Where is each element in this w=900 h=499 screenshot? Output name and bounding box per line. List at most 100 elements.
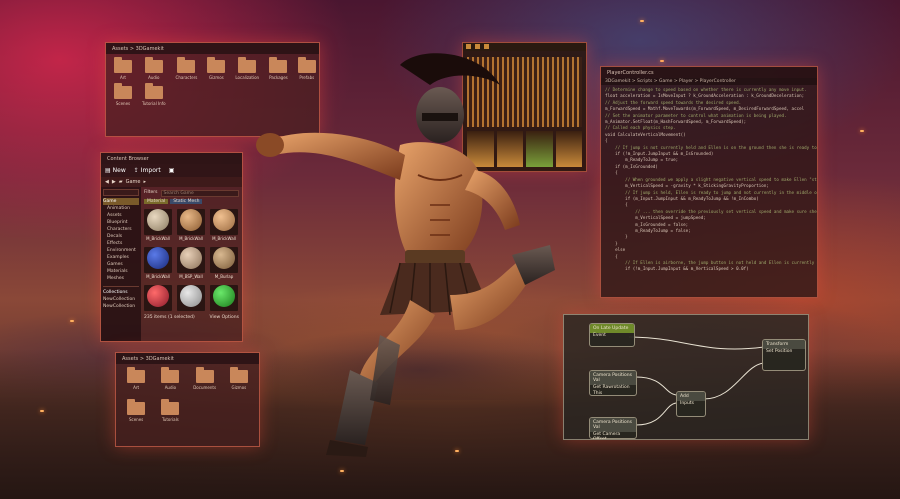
- asset-tile[interactable]: M_BrickWall: [177, 207, 205, 241]
- folder-icon: [161, 367, 180, 383]
- import-button[interactable]: ⇪ Import: [134, 167, 161, 174]
- folder-icon: [207, 57, 226, 73]
- folder-item[interactable]: Gizmos: [227, 367, 251, 390]
- folder-label: Tutorial Info: [142, 101, 166, 106]
- graph-node[interactable]: On Late Update Event: [589, 323, 635, 347]
- folder-label: Tutorials: [161, 417, 179, 422]
- tree-item[interactable]: Animation: [103, 205, 139, 212]
- ember: [40, 410, 44, 412]
- node-subtitle: Get Camera Offset: [593, 432, 621, 440]
- back-icon[interactable]: ◀: [105, 179, 109, 185]
- status-bar: 235 items (1 selected) View Options: [144, 315, 239, 320]
- folder-label: Characters: [175, 75, 198, 80]
- node-title: Camera Positions Val: [590, 418, 636, 432]
- file-tab-label[interactable]: PlayerController.cs: [607, 70, 654, 76]
- spartan-warrior-illustration: [256, 53, 555, 457]
- node-title: Add: [677, 392, 705, 401]
- code-line: // If jump is held, Ellen is ready to ju…: [605, 189, 818, 195]
- tree-item[interactable]: Effects: [103, 240, 139, 247]
- asset-tile[interactable]: M_BrickWall: [144, 207, 172, 241]
- import-icon: ⇪: [133, 167, 139, 174]
- folder-item[interactable]: Gizmos: [207, 57, 226, 80]
- folder-icon: [114, 83, 132, 99]
- folder-item[interactable]: Art: [124, 367, 148, 390]
- folder-item[interactable]: Tutorials: [158, 399, 182, 422]
- graph-node[interactable]: Add Inputs: [676, 391, 706, 417]
- folder-item[interactable]: Scenes: [124, 399, 148, 422]
- view-options-button[interactable]: View Options: [210, 315, 239, 320]
- tree-search-input[interactable]: [103, 189, 139, 196]
- folder-label: Gizmos: [231, 385, 247, 390]
- asset-thumbnail: [210, 247, 238, 273]
- material-preview-sphere: [180, 247, 202, 269]
- folder-item[interactable]: Characters: [175, 57, 198, 80]
- node-subtitle: Inputs: [680, 401, 694, 406]
- code-body[interactable]: // Determine change to speed based on wh…: [601, 85, 817, 275]
- tab-material[interactable]: Material: [144, 199, 169, 204]
- code-line: float acceleration = IsMoveInput ? k_Gro…: [605, 93, 805, 99]
- folder-icon: [127, 367, 146, 383]
- code-editor-panel: PlayerController.cs 3DGamekit > Scripts …: [600, 66, 818, 298]
- folder-label: Scenes: [115, 101, 131, 106]
- tree-item[interactable]: Assets: [103, 212, 139, 219]
- path-label[interactable]: Game: [126, 179, 141, 185]
- folder-item[interactable]: Art: [114, 57, 132, 80]
- new-button[interactable]: ▤ New: [105, 167, 126, 174]
- folder-label: Audio: [148, 75, 160, 80]
- folder-item[interactable]: Documents: [193, 367, 217, 390]
- node-subtitle: Get Rawrotation: [593, 385, 630, 390]
- tree-item[interactable]: Examples: [103, 254, 139, 261]
- asset-tile[interactable]: [177, 283, 205, 311]
- asset-thumbnail: [210, 209, 238, 235]
- asset-view: Filters Search Game Material Static Mesh…: [141, 187, 242, 341]
- folder-item[interactable]: Audio: [142, 57, 166, 80]
- type-tabs: Material Static Mesh: [144, 199, 239, 204]
- asset-label: M_BrickWall: [146, 274, 170, 279]
- asset-thumbnail: [177, 209, 205, 235]
- folder-label: Art: [120, 75, 126, 80]
- code-line: if (!m_Input.JumpInput && m_VerticalSpee…: [605, 266, 749, 272]
- tree-item[interactable]: Meshes: [103, 275, 139, 282]
- node-graph-panel: On Late Update Event Camera Positions Va…: [563, 314, 809, 440]
- folder-item[interactable]: Audio: [158, 367, 182, 390]
- material-preview-sphere: [180, 209, 202, 231]
- asset-tile[interactable]: M_BrickWall: [210, 207, 238, 241]
- tab-static-mesh[interactable]: Static Mesh: [170, 199, 203, 204]
- tree-item[interactable]: Blueprint: [103, 219, 139, 226]
- tree-item[interactable]: Game: [103, 198, 139, 205]
- asset-label: M_BrickWall: [146, 236, 170, 241]
- folder-label: Audio: [164, 385, 177, 390]
- collections-header[interactable]: Collections: [103, 289, 139, 296]
- node-subtitle: Event: [593, 333, 606, 338]
- folder-item[interactable]: Scenes: [114, 83, 132, 106]
- filters-button[interactable]: Filters: [144, 190, 158, 197]
- tree-item[interactable]: Environment: [103, 247, 139, 254]
- collection-item[interactable]: NewCollection: [103, 303, 139, 310]
- folder-item[interactable]: Tutorial Info: [142, 83, 166, 106]
- assets-panel-bottom: Assets > 3DGamekit Art Audio Documents Gizm…: [115, 352, 260, 447]
- forward-icon[interactable]: ▶: [112, 179, 116, 185]
- tree-item[interactable]: Characters: [103, 226, 139, 233]
- material-preview-sphere: [147, 247, 169, 269]
- tree-item[interactable]: Materials: [103, 268, 139, 275]
- asset-label: M_BSP_Wall: [179, 274, 203, 279]
- asset-thumbnail: [177, 247, 205, 273]
- tree-item[interactable]: Games: [103, 261, 139, 268]
- asset-tile[interactable]: M_BSP_Wall: [177, 245, 205, 279]
- asset-tile[interactable]: M_BrickWall: [144, 245, 172, 279]
- asset-tile[interactable]: [210, 283, 238, 311]
- tree-item[interactable]: Decals: [103, 233, 139, 240]
- graph-node[interactable]: Camera Positions Val Get Camera Offset: [589, 417, 637, 439]
- collection-item[interactable]: NewCollection: [103, 296, 139, 303]
- asset-tile[interactable]: [144, 283, 172, 311]
- save-icon[interactable]: ▣: [169, 167, 175, 174]
- asset-search-input[interactable]: Search Game: [160, 190, 239, 197]
- asset-label: M_Burlap: [214, 274, 234, 279]
- asset-tile[interactable]: M_Burlap: [210, 245, 238, 279]
- graph-node[interactable]: Transform Set Position: [762, 339, 806, 371]
- graph-node[interactable]: Camera Positions Val Get Rawrotation Thi…: [589, 370, 637, 396]
- editor-tab[interactable]: PlayerController.cs: [601, 67, 817, 78]
- ember: [860, 130, 864, 132]
- new-label: New: [112, 167, 126, 174]
- folder-label: Gizmos: [209, 75, 224, 80]
